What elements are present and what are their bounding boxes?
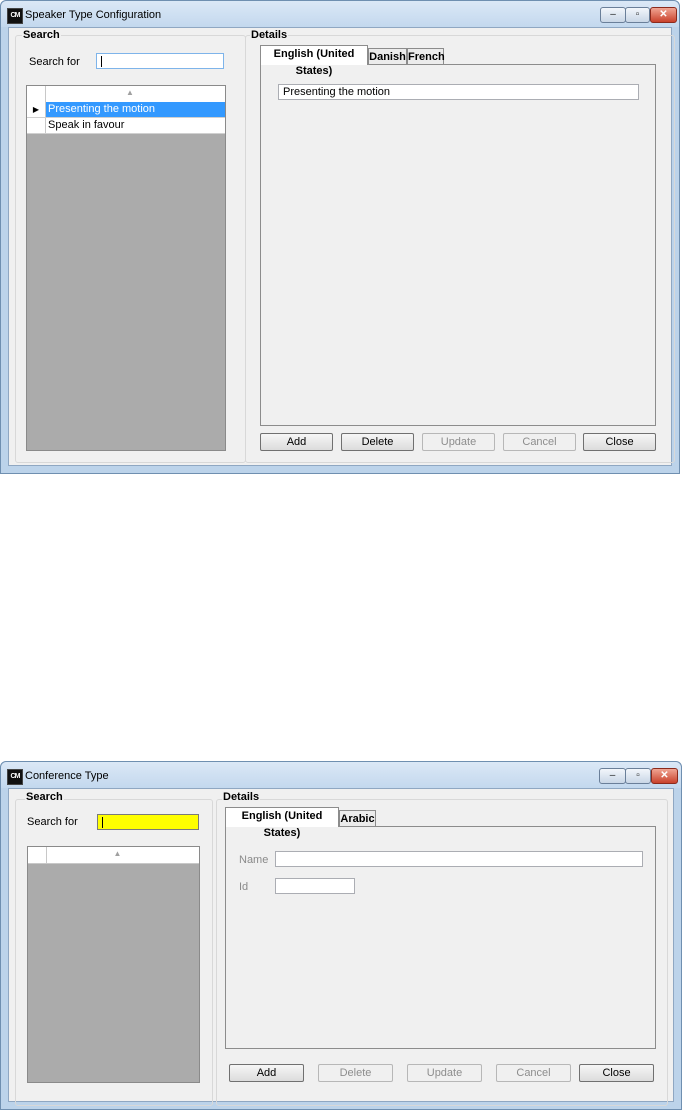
conference-type-grid[interactable]: ▲	[27, 846, 200, 1083]
table-cell[interactable]: Speak in favour	[46, 118, 225, 133]
maximize-button[interactable]: ▫	[625, 768, 651, 784]
search-group-label: Search	[22, 29, 61, 41]
name-field[interactable]	[275, 851, 643, 867]
restore-icon: ▫	[636, 770, 640, 781]
minimize-button[interactable]: –	[600, 7, 626, 23]
add-button[interactable]: Add	[260, 433, 333, 451]
search-group-label: Search	[25, 791, 64, 803]
client-area: Search Search for ▲ ▶ Presenting the mot…	[8, 27, 675, 466]
sort-ascending-icon: ▲	[113, 849, 122, 858]
title-bar[interactable]: CM Speaker Type Configuration – ▫ ✕	[1, 1, 679, 27]
window-title: Speaker Type Configuration	[25, 9, 162, 21]
search-for-label: Search for	[29, 56, 80, 68]
delete-button[interactable]: Delete	[318, 1064, 393, 1082]
app-icon: CM	[7, 8, 23, 24]
close-icon: ✕	[660, 770, 669, 781]
tab-arabic[interactable]: Arabic	[339, 810, 376, 827]
name-label: Name	[239, 854, 269, 866]
tab-english[interactable]: English (United States)	[225, 807, 339, 839]
close-window-button[interactable]: ✕	[650, 7, 677, 23]
details-group-label: Details	[250, 29, 289, 41]
table-cell[interactable]: Presenting the motion	[46, 102, 225, 117]
id-field[interactable]	[275, 878, 355, 894]
name-field[interactable]: Presenting the motion	[278, 84, 639, 100]
search-input[interactable]	[97, 814, 199, 830]
minimize-icon: –	[609, 770, 616, 781]
speaker-type-grid[interactable]: ▲ ▶ Presenting the motion Speak in favou…	[26, 85, 226, 451]
conference-type-window: CM Conference Type – ▫ ✕ Search Search f…	[0, 761, 682, 1110]
id-label: Id	[239, 881, 249, 893]
minimize-button[interactable]: –	[599, 768, 626, 784]
sort-ascending-icon: ▲	[126, 88, 134, 97]
restore-icon: ▫	[635, 9, 640, 20]
close-button[interactable]: Close	[583, 433, 656, 451]
tab-french[interactable]: French	[407, 48, 445, 65]
tab-danish[interactable]: Danish	[368, 48, 407, 65]
grid-header[interactable]: ▲	[28, 847, 199, 864]
details-group-label: Details	[222, 791, 261, 803]
tab-page: Presenting the motion	[260, 64, 656, 426]
search-for-label: Search for	[27, 816, 78, 828]
delete-button[interactable]: Delete	[341, 433, 414, 451]
row-header	[27, 118, 46, 133]
text-caret	[101, 56, 102, 67]
table-row[interactable]: Speak in favour	[27, 118, 225, 134]
window-title: Conference Type	[25, 770, 109, 782]
client-area: Search Search for ▲ Details English (Uni…	[8, 788, 674, 1106]
maximize-button[interactable]: ▫	[625, 7, 650, 23]
close-window-button[interactable]: ✕	[651, 768, 678, 784]
minimize-icon: –	[610, 9, 616, 20]
cancel-button[interactable]: Cancel	[503, 433, 576, 451]
tab-page: Name Id	[225, 826, 656, 1049]
update-button[interactable]: Update	[407, 1064, 482, 1082]
cancel-button[interactable]: Cancel	[496, 1064, 571, 1082]
update-button[interactable]: Update	[422, 433, 495, 451]
current-row-icon: ▶	[27, 102, 46, 117]
tab-english[interactable]: English (United States)	[260, 45, 368, 77]
title-bar[interactable]: CM Conference Type – ▫ ✕	[1, 762, 681, 788]
grid-header[interactable]: ▲	[27, 86, 225, 103]
search-input[interactable]	[96, 53, 224, 69]
grid-corner	[27, 86, 46, 102]
app-icon: CM	[7, 769, 23, 785]
grid-corner	[28, 847, 47, 863]
close-icon: ✕	[659, 9, 668, 20]
close-button[interactable]: Close	[579, 1064, 654, 1082]
table-row[interactable]: ▶ Presenting the motion	[27, 102, 225, 118]
speaker-type-window: CM Speaker Type Configuration – ▫ ✕ Sear…	[0, 0, 680, 474]
add-button[interactable]: Add	[229, 1064, 304, 1082]
text-caret	[102, 817, 103, 828]
